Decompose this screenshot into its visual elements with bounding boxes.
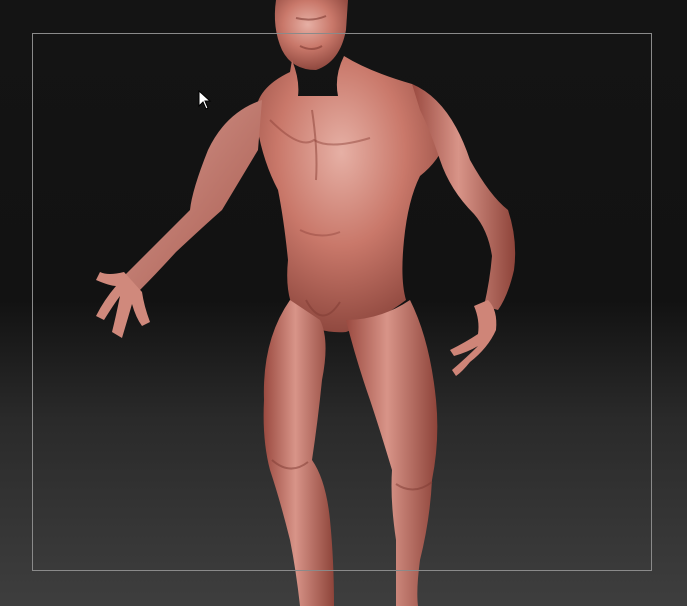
- sculpt-viewport[interactable]: [0, 0, 687, 606]
- sculpt-model[interactable]: [0, 0, 687, 606]
- model-left-arm: [96, 100, 262, 338]
- model-legs: [263, 300, 438, 606]
- model-head: [274, 0, 348, 70]
- arrow-pointer-icon: [198, 90, 212, 110]
